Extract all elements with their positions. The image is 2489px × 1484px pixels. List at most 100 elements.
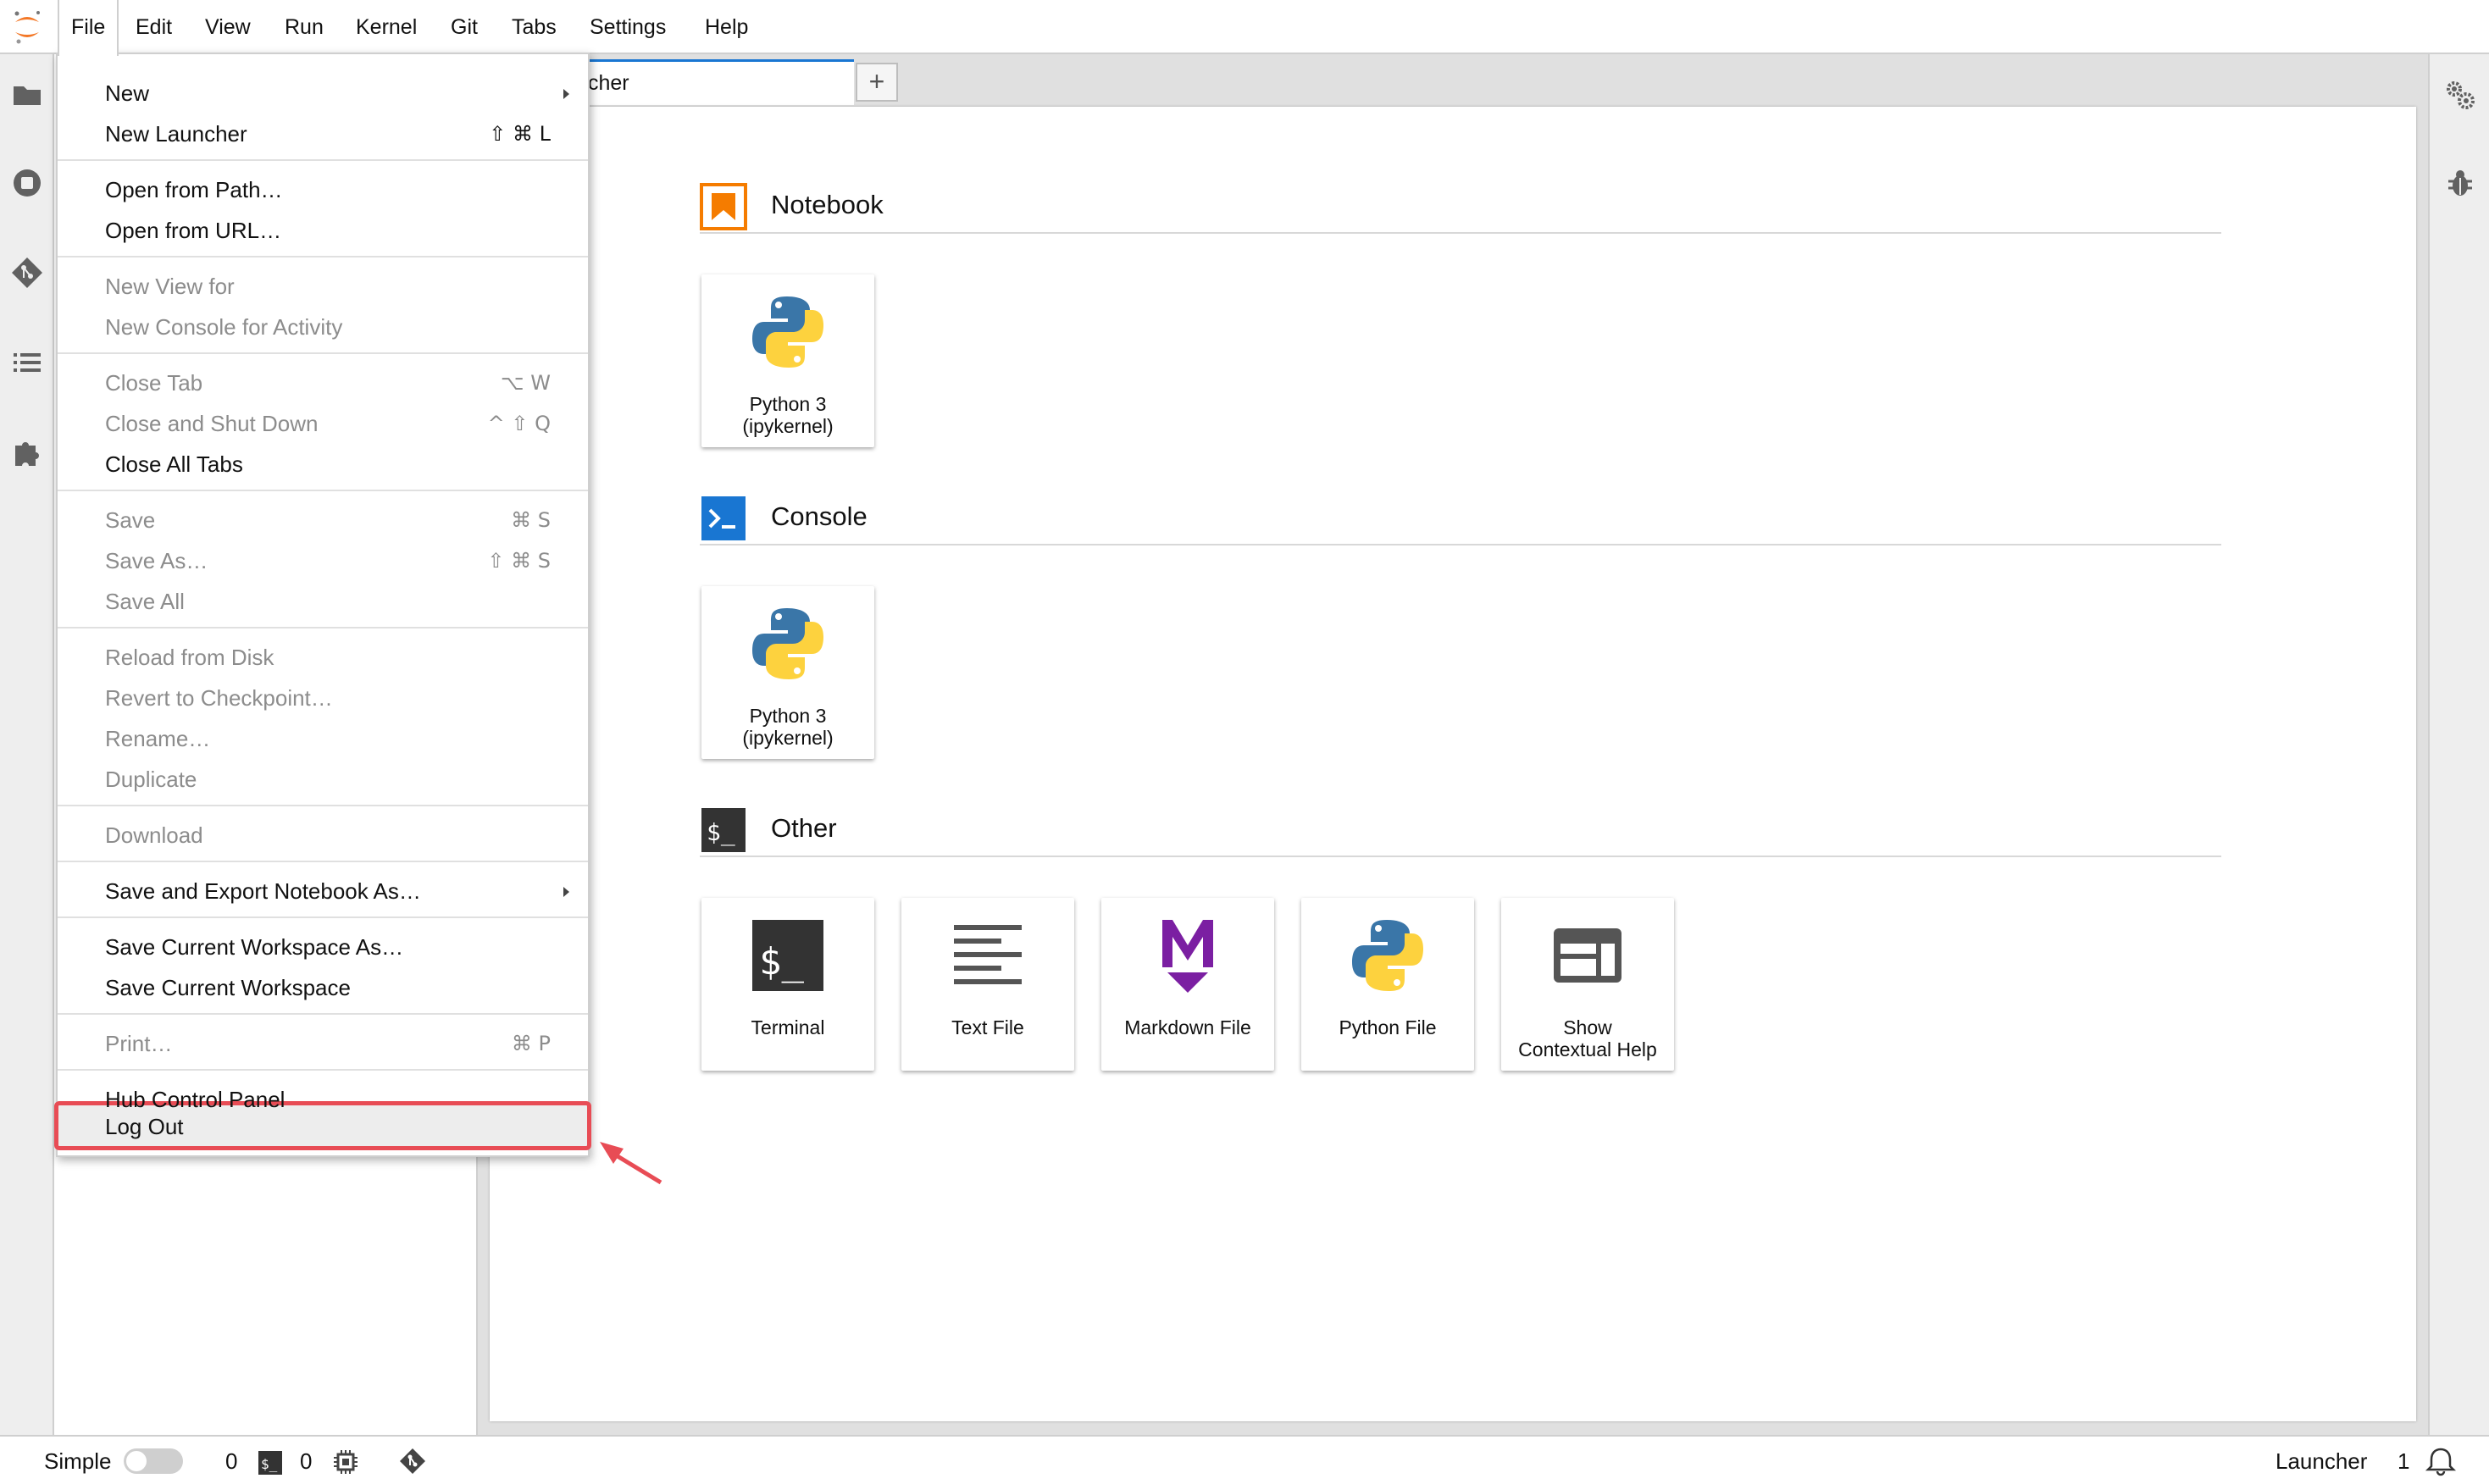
- menu-kernel[interactable]: Kernel: [344, 0, 429, 53]
- menu-item-revert-to-checkpoint[interactable]: Revert to Checkpoint…: [58, 678, 588, 718]
- card-label: Python 3 (ipykernel): [705, 705, 871, 749]
- console-section-header: Console: [700, 495, 2221, 545]
- menu-item-label: New View for: [105, 274, 235, 299]
- card-label-line2: Contextual Help: [1518, 1038, 1657, 1060]
- jupyter-logo-icon[interactable]: [10, 8, 44, 46]
- menu-help[interactable]: Help: [693, 0, 760, 53]
- launcher-card-text-file[interactable]: Text File: [901, 898, 1074, 1071]
- console-icon: [701, 496, 746, 540]
- menu-item-label: Revert to Checkpoint…: [105, 685, 333, 711]
- menu-file[interactable]: File: [58, 0, 119, 56]
- menu-item-print[interactable]: Print… ⌘ P: [58, 1023, 588, 1064]
- card-label-line1: Python 3: [749, 393, 827, 415]
- menu-item-log-out[interactable]: Log Out: [58, 1106, 588, 1147]
- notebook-section-header: Notebook: [700, 183, 2221, 234]
- contextual-help-icon: [1554, 928, 1621, 983]
- menu-item-rename[interactable]: Rename…: [58, 718, 588, 759]
- menu-view[interactable]: View: [193, 0, 263, 53]
- menu-run[interactable]: Run: [273, 0, 335, 53]
- file-menu-dropdown: New New Launcher ⇧ ⌘ L Open from Path… O…: [54, 53, 591, 1157]
- terminal-icon: $_: [752, 920, 823, 991]
- menu-item-label: Print…: [105, 1031, 173, 1056]
- menu-item-new-console-for-activity[interactable]: New Console for Activity: [58, 307, 588, 347]
- running-sessions-icon[interactable]: [10, 166, 44, 200]
- svg-text:$_: $_: [707, 818, 735, 847]
- menu-separator: [58, 352, 588, 354]
- card-label-line2: (ipykernel): [742, 415, 834, 437]
- menu-item-save-all[interactable]: Save All: [58, 581, 588, 622]
- git-status-icon[interactable]: [398, 1447, 427, 1476]
- menu-item-shortcut: ⇧ ⌘ S: [487, 549, 551, 573]
- menu-item-save[interactable]: Save ⌘ S: [58, 500, 588, 540]
- extension-puzzle-icon[interactable]: [10, 435, 44, 469]
- card-label-line1: Markdown File: [1124, 1016, 1251, 1038]
- notification-bell-icon[interactable]: [2425, 1445, 2457, 1477]
- menu-item-open-from-url[interactable]: Open from URL…: [58, 210, 588, 251]
- terminal-status-icon[interactable]: $_: [258, 1450, 283, 1476]
- menu-item-label: Close All Tabs: [105, 451, 243, 477]
- svg-text:$_: $_: [759, 940, 804, 983]
- menu-item-shortcut: ⌥ W: [500, 371, 551, 395]
- menu-item-download[interactable]: Download: [58, 815, 588, 856]
- menu-item-shortcut: ^ ⇧ Q: [487, 412, 551, 435]
- menu-item-label: Close and Shut Down: [105, 411, 319, 436]
- menu-item-label: Save Current Workspace As…: [105, 934, 404, 960]
- launcher-card-markdown-file[interactable]: Markdown File: [1101, 898, 1274, 1071]
- menu-settings[interactable]: Settings: [578, 0, 678, 53]
- launcher-card-notebook-python3[interactable]: Python 3 (ipykernel): [701, 274, 874, 447]
- launcher-card-python-file[interactable]: Python File: [1301, 898, 1474, 1071]
- menu-item-label: Reload from Disk: [105, 645, 274, 670]
- menu-item-new[interactable]: New: [58, 73, 588, 114]
- kernels-count: 0: [300, 1448, 313, 1474]
- launcher-card-console-python3[interactable]: Python 3 (ipykernel): [701, 586, 874, 759]
- debugger-bug-icon[interactable]: [2443, 166, 2477, 200]
- menu-item-open-from-path[interactable]: Open from Path…: [58, 169, 588, 210]
- menu-separator: [58, 256, 588, 257]
- menu-item-new-view-for[interactable]: New View for: [58, 266, 588, 307]
- simple-mode-toggle[interactable]: [124, 1448, 183, 1474]
- card-label: Show Contextual Help: [1505, 1016, 1671, 1060]
- property-inspector-gears-icon[interactable]: [2443, 78, 2477, 112]
- menu-separator: [58, 1069, 588, 1071]
- launcher-card-terminal[interactable]: $_ Terminal: [701, 898, 874, 1071]
- menu-item-reload-from-disk[interactable]: Reload from Disk: [58, 637, 588, 678]
- menu-item-label: Close Tab: [105, 370, 203, 396]
- menu-item-save-and-export-notebook-as[interactable]: Save and Export Notebook As…: [58, 871, 588, 911]
- right-sidebar: [2428, 54, 2489, 1435]
- menu-item-save-current-workspace[interactable]: Save Current Workspace: [58, 967, 588, 1008]
- menu-git[interactable]: Git: [439, 0, 490, 53]
- folder-icon[interactable]: [10, 78, 44, 112]
- svg-text:$_: $_: [261, 1456, 278, 1472]
- left-activity-bar: [0, 54, 54, 1435]
- menu-item-save-current-workspace-as[interactable]: Save Current Workspace As…: [58, 927, 588, 967]
- tab-bar: cher +: [478, 54, 2428, 105]
- menu-item-label: Save: [105, 507, 156, 533]
- new-launcher-tab-button[interactable]: +: [856, 63, 898, 102]
- menu-tabs[interactable]: Tabs: [500, 0, 568, 53]
- toggle-knob: [126, 1451, 147, 1471]
- submenu-arrow-icon: [563, 89, 569, 99]
- menu-item-close-all-tabs[interactable]: Close All Tabs: [58, 444, 588, 485]
- menu-item-close-tab[interactable]: Close Tab ⌥ W: [58, 363, 588, 403]
- menu-item-new-launcher[interactable]: New Launcher ⇧ ⌘ L: [58, 114, 588, 154]
- kernel-chip-icon[interactable]: [332, 1448, 359, 1476]
- section-title-console: Console: [771, 501, 868, 531]
- table-of-contents-icon[interactable]: [10, 346, 44, 379]
- menu-separator: [58, 916, 588, 918]
- launcher-card-contextual-help[interactable]: Show Contextual Help: [1501, 898, 1674, 1071]
- status-launcher-label: Launcher: [2276, 1448, 2368, 1474]
- menu-item-close-and-shut-down[interactable]: Close and Shut Down ^ ⇧ Q: [58, 403, 588, 444]
- menu-item-label: New: [105, 80, 150, 106]
- menu-item-shortcut: ⌘ P: [511, 1032, 551, 1055]
- menu-item-save-as[interactable]: Save As… ⇧ ⌘ S: [58, 540, 588, 581]
- terminals-count: 0: [225, 1448, 238, 1474]
- simple-mode-label: Simple: [44, 1448, 112, 1474]
- menu-item-label: Download: [105, 822, 203, 848]
- menu-edit[interactable]: Edit: [124, 0, 184, 53]
- menu-separator: [58, 490, 588, 491]
- python-logo-icon: [752, 296, 823, 368]
- menu-item-label: Save and Export Notebook As…: [105, 878, 421, 904]
- git-icon[interactable]: [10, 256, 44, 290]
- menu-item-label: Save All: [105, 589, 185, 614]
- menu-item-duplicate[interactable]: Duplicate: [58, 759, 588, 800]
